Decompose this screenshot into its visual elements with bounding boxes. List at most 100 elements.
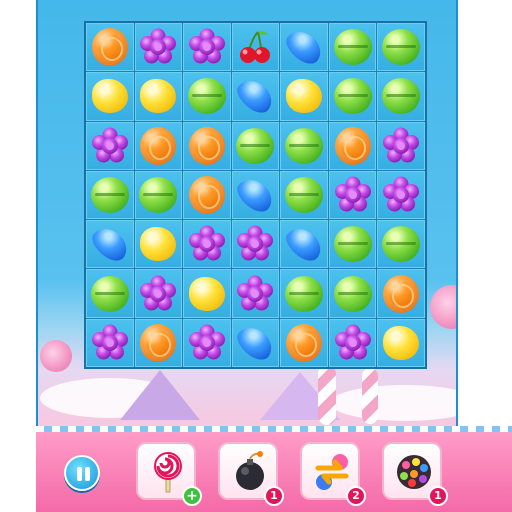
lime-candy-icon[interactable] <box>333 29 372 66</box>
lime-candy-icon[interactable] <box>382 226 421 263</box>
orange-candy-icon[interactable] <box>334 126 371 165</box>
board-cell[interactable] <box>377 269 425 318</box>
lime-candy-icon[interactable] <box>90 176 129 213</box>
lime-candy-icon[interactable] <box>285 176 324 213</box>
orange-candy-icon[interactable] <box>188 126 225 165</box>
lemon-candy-icon[interactable] <box>140 227 177 262</box>
lemon-candy-icon[interactable] <box>383 325 420 360</box>
board-cell[interactable] <box>377 121 425 170</box>
board-cell[interactable] <box>280 170 328 220</box>
purple-flower-candy-icon[interactable] <box>91 324 129 362</box>
board-cell[interactable] <box>328 269 377 318</box>
lemon-candy-icon[interactable] <box>140 79 177 114</box>
board-cell[interactable] <box>231 318 280 367</box>
booster-swap[interactable]: 2 <box>300 442 366 506</box>
purple-flower-candy-icon[interactable] <box>382 176 420 214</box>
blue-jellybean-icon[interactable] <box>232 173 279 217</box>
lime-candy-icon[interactable] <box>333 226 372 263</box>
board-cell[interactable] <box>134 269 183 318</box>
lime-candy-icon[interactable] <box>187 78 226 115</box>
blue-jellybean-icon[interactable] <box>232 74 279 119</box>
purple-flower-candy-icon[interactable] <box>382 127 420 165</box>
purple-flower-candy-icon[interactable] <box>236 275 274 313</box>
board-cell[interactable] <box>134 318 183 367</box>
lime-candy-icon[interactable] <box>333 78 372 115</box>
board-cell[interactable] <box>280 23 328 72</box>
booster-lollipop-hammer[interactable]: + <box>136 442 202 506</box>
board-cell[interactable] <box>183 318 231 367</box>
board-cell[interactable] <box>328 23 377 72</box>
board-cell[interactable] <box>134 72 183 121</box>
board-cell[interactable] <box>231 269 280 318</box>
board-cell[interactable] <box>280 121 328 170</box>
orange-candy-icon[interactable] <box>91 28 128 67</box>
booster-bomb[interactable]: 1 <box>218 442 284 506</box>
board-cell[interactable] <box>183 170 231 220</box>
orange-candy-icon[interactable] <box>383 274 420 313</box>
board-cell[interactable] <box>134 170 183 220</box>
board-cell[interactable] <box>86 72 134 121</box>
board-cell[interactable] <box>231 121 280 170</box>
lime-candy-icon[interactable] <box>333 275 372 312</box>
board-cell[interactable] <box>231 170 280 220</box>
board-cell[interactable] <box>86 220 134 269</box>
booster-color-bomb[interactable]: 1 <box>382 442 448 506</box>
blue-jellybean-icon[interactable] <box>86 222 133 267</box>
lime-candy-icon[interactable] <box>139 176 178 213</box>
board-cell[interactable] <box>134 220 183 269</box>
lime-candy-icon[interactable] <box>382 78 421 115</box>
lemon-candy-icon[interactable] <box>286 79 323 114</box>
blue-jellybean-icon[interactable] <box>281 25 328 70</box>
board-cell[interactable] <box>280 269 328 318</box>
board-cell[interactable] <box>231 220 280 269</box>
board-cell[interactable] <box>183 269 231 318</box>
purple-flower-candy-icon[interactable] <box>236 225 274 263</box>
blue-jellybean-icon[interactable] <box>281 222 328 267</box>
blue-jellybean-icon[interactable] <box>232 320 279 365</box>
cherry-icon[interactable] <box>236 28 274 66</box>
board-cell[interactable] <box>377 318 425 367</box>
lemon-candy-icon[interactable] <box>91 79 128 114</box>
lime-candy-icon[interactable] <box>90 275 129 312</box>
orange-candy-icon[interactable] <box>140 323 177 362</box>
lime-candy-icon[interactable] <box>236 127 275 164</box>
purple-flower-candy-icon[interactable] <box>188 28 226 66</box>
board-cell[interactable] <box>183 23 231 72</box>
lime-candy-icon[interactable] <box>285 275 324 312</box>
purple-flower-candy-icon[interactable] <box>139 28 177 66</box>
purple-flower-candy-icon[interactable] <box>334 176 372 214</box>
board-cell[interactable] <box>280 72 328 121</box>
purple-flower-candy-icon[interactable] <box>91 127 129 165</box>
board-cell[interactable] <box>328 220 377 269</box>
orange-candy-icon[interactable] <box>140 126 177 165</box>
lime-candy-icon[interactable] <box>285 127 324 164</box>
board-cell[interactable] <box>377 220 425 269</box>
purple-flower-candy-icon[interactable] <box>334 324 372 362</box>
board-cell[interactable] <box>86 318 134 367</box>
board-cell[interactable] <box>377 170 425 220</box>
board-cell[interactable] <box>377 23 425 72</box>
board-cell[interactable] <box>231 72 280 121</box>
board-cell[interactable] <box>328 72 377 121</box>
lemon-candy-icon[interactable] <box>188 276 225 311</box>
board-cell[interactable] <box>86 121 134 170</box>
board-cell[interactable] <box>86 269 134 318</box>
board-cell[interactable] <box>377 72 425 121</box>
orange-candy-icon[interactable] <box>286 323 323 362</box>
lime-candy-icon[interactable] <box>382 29 421 66</box>
board-cell[interactable] <box>183 72 231 121</box>
board-cell[interactable] <box>328 318 377 367</box>
orange-candy-icon[interactable] <box>188 175 225 214</box>
board-cell[interactable] <box>280 318 328 367</box>
board-cell[interactable] <box>183 220 231 269</box>
purple-flower-candy-icon[interactable] <box>139 275 177 313</box>
board-cell[interactable] <box>183 121 231 170</box>
board-cell[interactable] <box>328 121 377 170</box>
pause-button[interactable] <box>64 455 100 491</box>
board-cell[interactable] <box>328 170 377 220</box>
board-cell[interactable] <box>86 170 134 220</box>
board-cell[interactable] <box>134 121 183 170</box>
board-cell[interactable] <box>231 23 280 72</box>
purple-flower-candy-icon[interactable] <box>188 225 226 263</box>
purple-flower-candy-icon[interactable] <box>188 324 226 362</box>
